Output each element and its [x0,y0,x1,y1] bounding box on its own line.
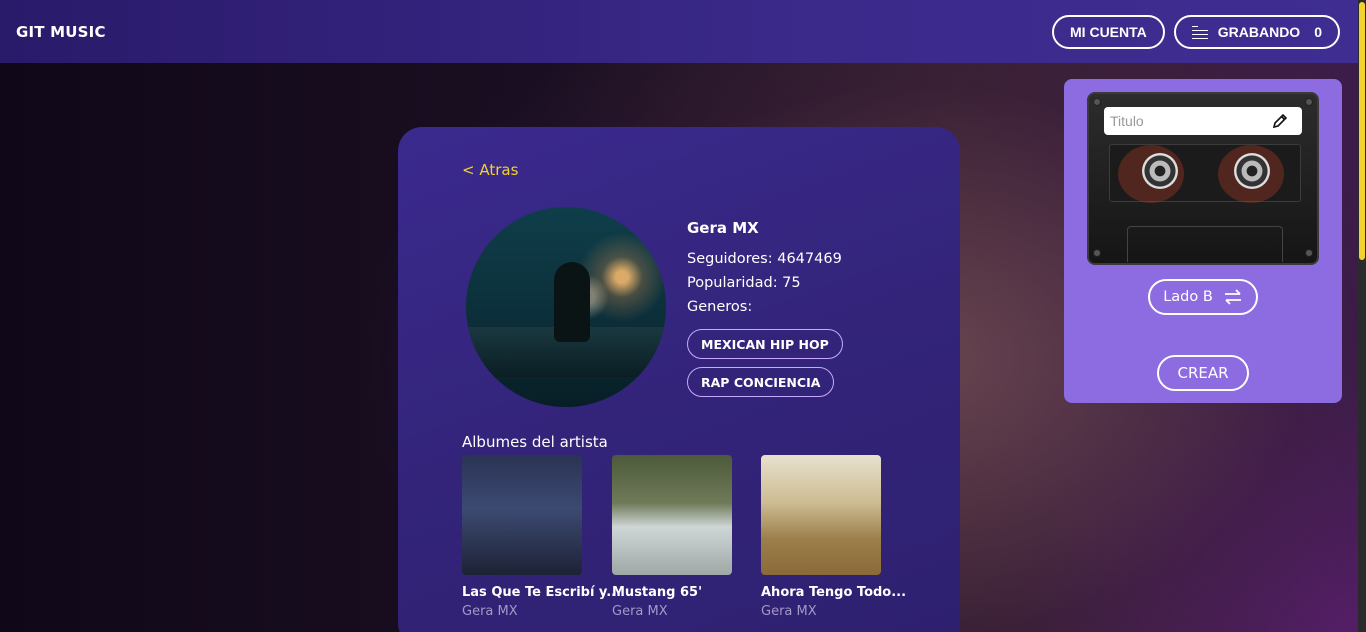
left-reel-icon [1142,153,1178,189]
album-card[interactable]: Las Que Te Escribí y... Gera MX [462,455,622,619]
account-button[interactable]: MI CUENTA [1052,14,1165,49]
recording-button[interactable]: GRABANDO 0 [1173,14,1340,49]
scrollbar[interactable] [1358,0,1366,632]
back-link[interactable]: < Atras [462,161,518,179]
album-cover[interactable] [462,455,582,575]
album-name: Las Que Te Escribí y... [462,585,622,600]
artist-popularity: Popularidad: 75 [687,275,801,291]
artist-card: < Atras Gera MX Seguidores: 4647469 Popu… [398,127,960,632]
album-artist: Gera MX [612,604,668,619]
album-cover[interactable] [612,455,732,575]
artist-followers: Seguidores: 4647469 [687,251,842,267]
artist-name: Gera MX [687,219,759,237]
mixtape-panel: Lado B CREAR [1064,79,1342,403]
albums-title: Albumes del artista [462,433,608,451]
album-name: Mustang 65' [612,585,703,600]
recording-label: GRABANDO [1217,23,1301,40]
brand-logo[interactable]: GIT MUSIC [16,23,106,41]
album-cover[interactable] [761,455,881,575]
right-reel-icon [1234,153,1270,189]
side-toggle-button[interactable]: Lado B [1148,279,1258,315]
top-actions: MI CUENTA GRABANDO 0 [1052,14,1350,49]
genre-tag[interactable]: RAP CONCIENCIA [687,367,835,397]
create-button[interactable]: CREAR [1157,355,1249,391]
album-artist: Gera MX [761,604,817,619]
swap-icon [1224,289,1241,305]
album-card[interactable]: Ahora Tengo Todo... Gera MX [761,455,907,619]
playlist-icon [1191,25,1208,39]
album-name: Ahora Tengo Todo... [761,585,907,600]
recording-count: 0 [1314,23,1322,40]
album-artist: Gera MX [462,604,518,619]
side-label: Lado B [1163,289,1213,305]
artist-photo [466,207,666,407]
top-bar: GIT MUSIC MI CUENTA GRABANDO 0 [0,0,1366,63]
album-card[interactable]: Mustang 65' Gera MX [612,455,752,619]
scrollbar-thumb[interactable] [1359,2,1365,260]
tape-window [1109,144,1301,203]
genre-tag[interactable]: MEXICAN HIP HOP [687,329,843,359]
genres-label: Generos: [687,299,753,315]
pencil-icon[interactable] [1272,113,1288,129]
